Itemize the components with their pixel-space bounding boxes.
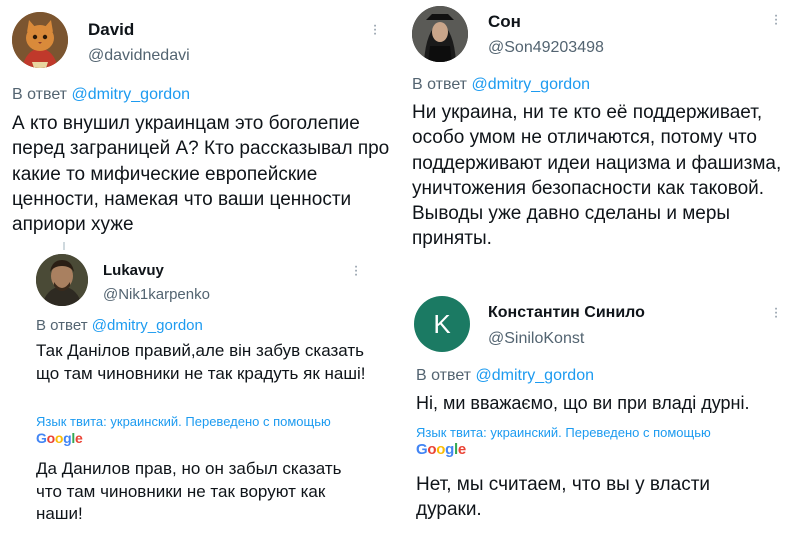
author-handle[interactable]: @SiniloKonst — [488, 330, 584, 348]
author-handle[interactable]: @Nik1karpenko — [103, 286, 210, 303]
author-name[interactable]: Lukavuy — [103, 262, 164, 279]
tweet-text: А кто внушил украинцам это боголепие пер… — [12, 113, 390, 236]
google-logo: Google — [416, 441, 466, 458]
reply-context: В ответ @dmitry_gordon — [412, 76, 590, 94]
tweet-text: Ні, ми вважаємо, що ви при владі дурні. — [416, 393, 750, 413]
avatar-lukavuy[interactable] — [36, 254, 88, 306]
reply-prefix: В ответ — [36, 317, 88, 334]
more-options-icon[interactable]: · · · — [773, 8, 779, 32]
translation-note[interactable]: Язык твита: украинский. Переведено с пом… — [36, 414, 331, 429]
author-name[interactable]: Константин Синило — [488, 304, 645, 322]
warrior-portrait-icon — [36, 254, 88, 306]
reply-prefix: В ответ — [12, 86, 68, 103]
avatar-son[interactable] — [412, 6, 468, 62]
more-options-icon[interactable]: · · · — [353, 259, 359, 283]
tweet-text: Ни украина, ни те кто её поддерживает, о… — [412, 102, 782, 250]
author-handle[interactable]: @Son49203498 — [488, 39, 604, 57]
google-logo: Google — [36, 430, 83, 446]
reply-prefix: В ответ — [412, 76, 468, 93]
translated-text: Да Данилов прав, но он забыл сказать что… — [36, 459, 342, 524]
reply-prefix: В ответ — [416, 367, 472, 384]
avatar-sinilo[interactable]: K — [414, 296, 470, 352]
mention-link[interactable]: @dmitry_gordon — [71, 86, 190, 103]
more-options-icon[interactable]: · · · — [372, 18, 378, 42]
cat-portrait-icon — [12, 12, 68, 68]
reply-context: В ответ @dmitry_gordon — [416, 367, 594, 385]
mention-link[interactable]: @dmitry_gordon — [471, 76, 590, 93]
person-portrait-icon — [412, 6, 468, 62]
author-handle[interactable]: @davidnedavi — [88, 47, 190, 65]
reply-context: В ответ @dmitry_gordon — [36, 317, 203, 334]
avatar-david[interactable] — [12, 12, 68, 68]
thread-line — [63, 242, 65, 250]
avatar-letter: K — [433, 308, 451, 339]
mention-link[interactable]: @dmitry_gordon — [92, 317, 203, 334]
translated-text: Нет, мы считаем, что вы у власти дураки. — [416, 474, 711, 521]
mention-link[interactable]: @dmitry_gordon — [475, 367, 594, 384]
author-name[interactable]: David — [88, 20, 134, 40]
tweet-text: Так Данілов правий,але він забув сказать… — [36, 341, 366, 383]
more-options-icon[interactable]: · · · — [773, 301, 779, 325]
author-name[interactable]: Сон — [488, 12, 521, 32]
reply-context: В ответ @dmitry_gordon — [12, 86, 190, 104]
translation-note[interactable]: Язык твита: украинский. Переведено с пом… — [416, 425, 711, 440]
